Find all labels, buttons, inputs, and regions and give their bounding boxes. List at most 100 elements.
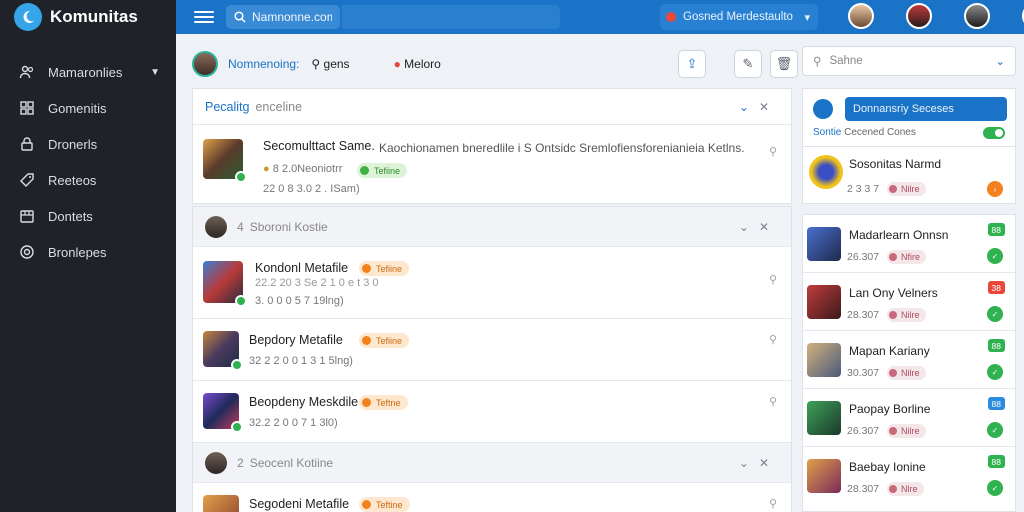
- post-meta: 32.2 2 0 0 7 1 3l0): [249, 417, 338, 429]
- status-tag: Nilre: [887, 308, 926, 322]
- arrow-icon[interactable]: ›: [987, 181, 1003, 197]
- community-name: Lan Ony Velners: [849, 286, 938, 300]
- status-badge: Teftne: [359, 395, 408, 410]
- list-item[interactable]: Baebay Ionine 28.307 Nlre 88 ✓: [803, 447, 1015, 505]
- avatar[interactable]: [192, 51, 218, 77]
- status-tag: Nlre: [887, 482, 924, 496]
- post-meta: 22.2 20 3 Se 2 1 0 e t 3 0: [255, 277, 379, 289]
- list-item[interactable]: Paopay Borline 26.307 Nilre 88 ✓: [803, 389, 1015, 447]
- pin-icon[interactable]: ⚲: [769, 395, 777, 408]
- user-name[interactable]: Nomnenoing:: [228, 57, 299, 71]
- list-item[interactable]: Beopdeny Meskdile Teftne 32.2 2 0 0 7 1 …: [193, 381, 791, 443]
- edit-button[interactable]: ✎: [734, 50, 762, 78]
- chevron-down-icon[interactable]: ⌄: [739, 456, 759, 470]
- sidebar-item-members[interactable]: Mamaronlies ▼: [0, 54, 176, 90]
- header-label[interactable]: ⚲ gens: [311, 57, 349, 71]
- check-icon[interactable]: ✓: [987, 248, 1003, 264]
- box-icon: [18, 207, 36, 225]
- count-badge: 38: [987, 281, 1005, 294]
- search-extension[interactable]: [342, 5, 560, 29]
- pin-icon[interactable]: ⚲: [769, 333, 777, 346]
- search-placeholder: Sahne: [829, 55, 863, 67]
- promo-button[interactable]: Donnansriy Seceses: [845, 97, 1007, 121]
- featured-card: Pecalitg enceline ⌄✕ Secomulttact Same. …: [192, 88, 792, 204]
- select-label: Gosned Merdestaulto: [683, 11, 793, 23]
- check-icon[interactable]: ✓: [987, 364, 1003, 380]
- group-tools[interactable]: ⌄✕: [739, 220, 779, 234]
- avatar[interactable]: [848, 3, 874, 29]
- sidebar-item-docs[interactable]: Dontets: [0, 198, 176, 234]
- post-title: Segodeni Metafile: [249, 497, 350, 511]
- card-tools[interactable]: ⌄✕: [739, 100, 779, 114]
- search-input[interactable]: [252, 10, 332, 24]
- avatar[interactable]: [906, 3, 932, 29]
- community-name: Paopay Borline: [849, 402, 931, 416]
- right-panel: ⚲ Sahne ⌄ Donnansriy Seceses Sontie Cece…: [802, 34, 1024, 512]
- grid-icon: [18, 99, 36, 117]
- community-select[interactable]: Gosned Merdestaulto ▾: [660, 4, 818, 30]
- featured-community[interactable]: Sosonitas Narmd 2 3 3 7 Nilre ›: [802, 146, 1016, 204]
- chevron-down-icon[interactable]: ⌄: [739, 220, 759, 234]
- group-tools[interactable]: ⌄✕: [739, 456, 779, 470]
- community-name: Sosonitas Narmd: [849, 157, 942, 171]
- sidebar-item-targets[interactable]: Bronlepes: [0, 234, 176, 270]
- delete-button[interactable]: 🗑: [770, 50, 798, 78]
- list-item[interactable]: Kondonl Metafile Tefiine 22.2 20 3 Se 2 …: [193, 247, 791, 319]
- header-label[interactable]: ● Meloro: [394, 57, 441, 71]
- users-icon: [18, 63, 36, 81]
- sidebar-item-tags[interactable]: Reeteos: [0, 162, 176, 198]
- community-number: 30.307: [847, 367, 880, 379]
- top-search[interactable]: [226, 5, 340, 29]
- pin-icon[interactable]: ⚲: [769, 497, 777, 510]
- promo-label: Sontie Cecened Cones: [813, 127, 916, 138]
- brand[interactable]: Komunitas: [0, 0, 176, 34]
- post-title: Kondonl Metafile: [255, 261, 349, 275]
- sidebar: Komunitas Mamaronlies ▼ Gomenitis Droner…: [0, 0, 176, 512]
- list-item[interactable]: Segodeni Metafile Teftine ⚲: [193, 483, 791, 512]
- lock-icon: [18, 135, 36, 153]
- list-item[interactable]: Secomulttact Same. Kaochionamen bneredli…: [193, 125, 791, 203]
- post-title: Secomulttact Same.: [263, 139, 375, 153]
- game-thumbnail: [203, 261, 247, 307]
- game-thumbnail: [807, 401, 841, 435]
- search-icon: [234, 11, 246, 23]
- app-name: Komunitas: [50, 7, 138, 26]
- avatar[interactable]: [964, 3, 990, 29]
- menu-icon[interactable]: [194, 11, 214, 23]
- list-item[interactable]: Madarlearn Onnsn 26.307 Nfire 88 ✓: [803, 215, 1015, 273]
- status-tag: Nfire: [887, 250, 927, 264]
- community-number: 26.307: [847, 425, 880, 437]
- post-title: Beopdeny Meskdile: [249, 395, 359, 409]
- community-name: Madarlearn Onnsn: [849, 228, 949, 242]
- close-icon[interactable]: ✕: [759, 456, 779, 470]
- list-item[interactable]: Lan Ony Velners 28.307 Nilre 38 ✓: [803, 273, 1015, 331]
- community-number: 28.307: [847, 483, 880, 495]
- pin-icon[interactable]: ⚲: [769, 145, 777, 158]
- group-count: 2: [237, 455, 244, 470]
- post-title: Bepdory Metafile: [249, 333, 343, 347]
- post-meta: 22 0 8 3.0 2 . ISam): [263, 183, 360, 195]
- chevron-down-icon[interactable]: ⌄: [739, 100, 759, 114]
- right-search[interactable]: ⚲ Sahne ⌄: [802, 46, 1016, 76]
- sidebar-item-locked[interactable]: Dronerls: [0, 126, 176, 162]
- check-icon[interactable]: ✓: [987, 306, 1003, 322]
- avatar[interactable]: [205, 215, 227, 238]
- post-meta: ● 8 2.0Neoniotrr: [263, 163, 343, 175]
- list-item[interactable]: Mapan Kariany 30.307 Nilre 88 ✓: [803, 331, 1015, 389]
- share-button[interactable]: ⇪: [678, 50, 706, 78]
- close-icon[interactable]: ✕: [759, 220, 779, 234]
- toggle-switch[interactable]: [983, 127, 1005, 139]
- info-icon: [813, 99, 833, 119]
- check-icon[interactable]: ✓: [987, 422, 1003, 438]
- group-header: 4 Sboroni Kostie ⌄✕: [193, 207, 791, 247]
- pin-icon[interactable]: ⚲: [769, 273, 777, 286]
- sidebar-item-communities[interactable]: Gomenitis: [0, 90, 176, 126]
- post-meta: 3. 0 0 0 5 7 19lng): [255, 295, 344, 307]
- game-thumbnail: [807, 285, 841, 319]
- community-name: Baebay Ionine: [849, 460, 926, 474]
- avatar[interactable]: [205, 451, 227, 474]
- check-icon[interactable]: ✓: [987, 480, 1003, 496]
- list-item[interactable]: Bepdory Metafile Tefiine 32 2 2 0 0 1 3 …: [193, 319, 791, 381]
- close-icon[interactable]: ✕: [759, 100, 779, 114]
- card-header: Pecalitg enceline ⌄✕: [193, 89, 791, 125]
